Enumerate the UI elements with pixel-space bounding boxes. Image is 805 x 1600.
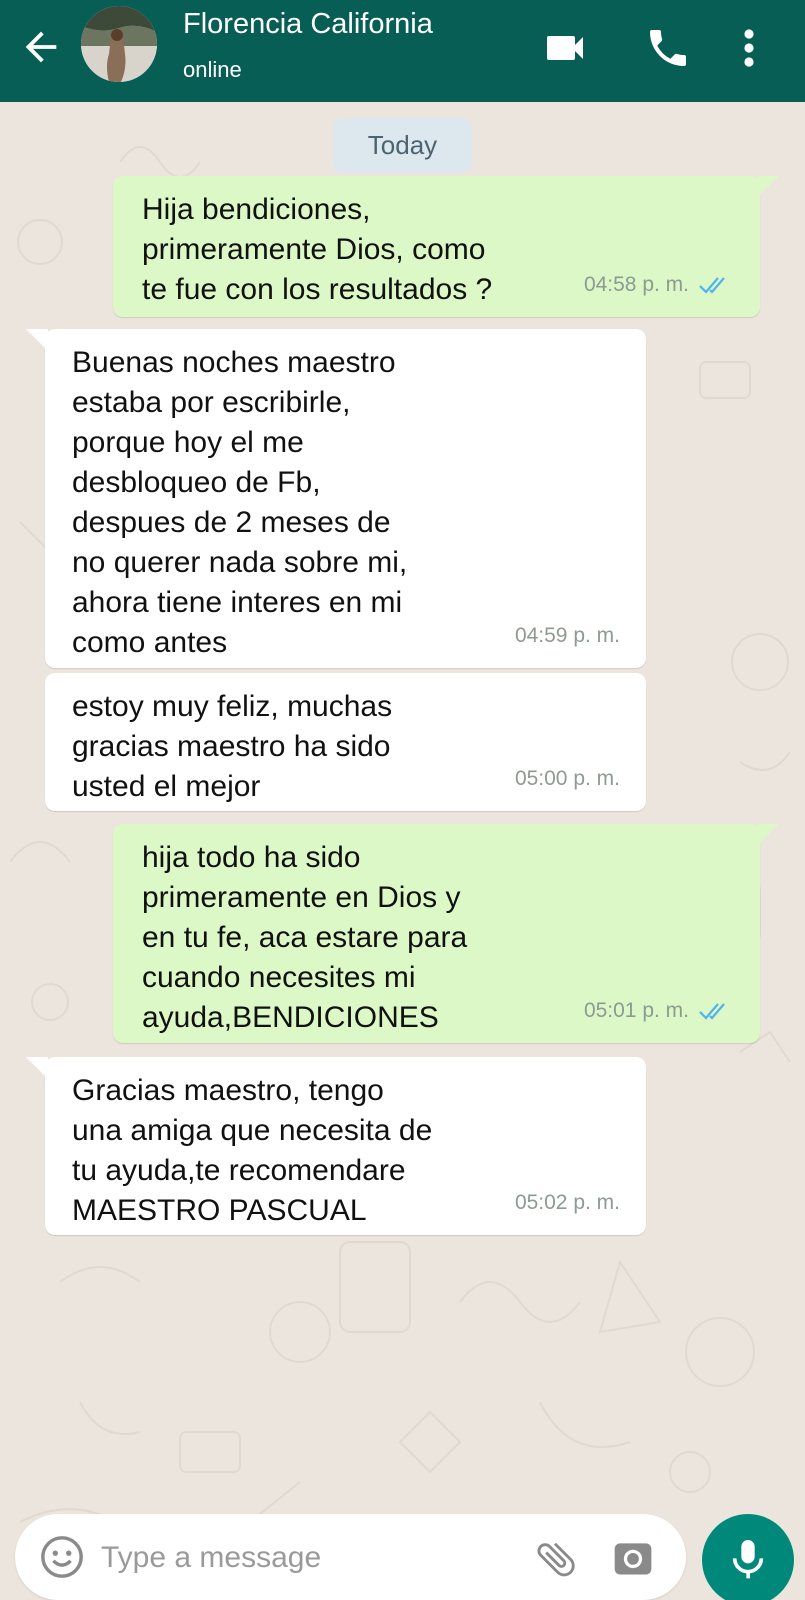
message-bubble-outgoing[interactable]: hija todo ha sido primeramente en Dios y… — [113, 824, 779, 1043]
video-call-icon[interactable] — [541, 24, 589, 72]
message-time: 04:58 p. m. — [583, 273, 689, 296]
message-time: 05:01 p. m. — [583, 999, 689, 1022]
message-meta: 05:02 p. m. — [515, 1183, 620, 1223]
attachment-icon[interactable] — [533, 1536, 579, 1582]
contact-status: online — [183, 57, 242, 82]
emoji-icon[interactable] — [39, 1534, 85, 1580]
message-meta: 05:01 p. m. — [584, 991, 732, 1031]
bubble-tail — [757, 176, 779, 198]
message-meta: 04:59 p. m. — [515, 616, 620, 656]
bubble-tail — [26, 1057, 48, 1079]
bubble-tail — [757, 824, 779, 846]
message-bubble-incoming[interactable]: Gracias maestro, tengo una amiga que nec… — [26, 1057, 646, 1235]
back-arrow-icon[interactable] — [18, 24, 64, 70]
contact-name[interactable]: Florencia California — [183, 8, 433, 41]
message-bubble-incoming[interactable]: estoy muy feliz, muchas gracias maestro … — [45, 673, 646, 811]
message-input[interactable] — [101, 1530, 521, 1586]
message-bubble-outgoing[interactable]: Hija bendiciones, primeramente Dios, com… — [113, 176, 779, 317]
chat-header: Florencia California online — [0, 0, 805, 102]
message-time: 04:59 p. m. — [514, 624, 620, 647]
read-receipt-icon — [699, 277, 725, 294]
message-meta: 05:00 p. m. — [515, 759, 620, 799]
contact-avatar[interactable] — [81, 6, 157, 82]
bubble-tail — [26, 329, 48, 351]
message-time: 05:00 p. m. — [514, 767, 620, 790]
camera-icon[interactable] — [611, 1536, 655, 1580]
chat-area[interactable]: Today Hija bendiciones, primeramente Dio… — [0, 102, 805, 1600]
message-meta: 04:58 p. m. — [584, 265, 732, 305]
more-options-icon[interactable] — [734, 24, 764, 72]
microphone-icon[interactable] — [702, 1514, 794, 1600]
message-bubble-incoming[interactable]: Buenas noches maestro estaba por escribi… — [26, 329, 646, 668]
read-receipt-icon — [699, 1003, 725, 1020]
phone-icon[interactable] — [644, 24, 692, 72]
message-text: Buenas noches maestro estaba por escribi… — [72, 346, 408, 659]
message-composer — [15, 1514, 686, 1600]
date-separator: Today — [333, 118, 472, 172]
message-time: 05:02 p. m. — [514, 1191, 620, 1214]
